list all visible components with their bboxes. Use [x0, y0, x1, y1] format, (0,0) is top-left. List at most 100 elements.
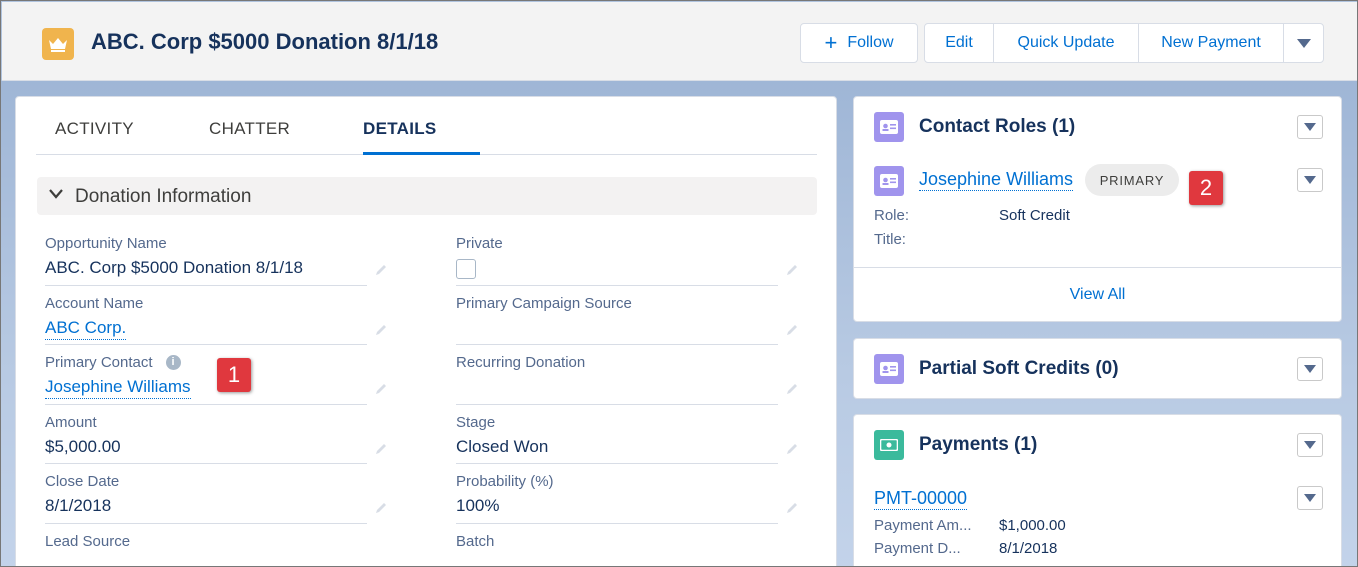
field-value: 100%	[456, 496, 500, 515]
edit-pencil-icon[interactable]	[374, 323, 388, 337]
field-label: Probability (%)	[456, 472, 554, 490]
payment-row-menu-button[interactable]	[1297, 486, 1323, 510]
field-label: Private	[456, 234, 503, 252]
payments-card: Payments (1) PMT-00000 Payment Am... $1,…	[853, 414, 1342, 566]
edit-pencil-icon[interactable]	[785, 263, 799, 277]
more-actions-button[interactable]	[1284, 24, 1323, 62]
crown-icon	[42, 28, 74, 60]
field-divider	[456, 523, 778, 524]
field-label: Primary Campaign Source	[456, 294, 632, 312]
edit-pencil-icon[interactable]	[785, 382, 799, 396]
edit-pencil-icon[interactable]	[785, 442, 799, 456]
field-value: $5,000.00	[45, 437, 121, 456]
contact-row-menu-button[interactable]	[1297, 168, 1323, 192]
field-probability: Probability (%) 100%	[456, 471, 778, 520]
field-label: Batch	[456, 532, 495, 550]
payment-date-label: Payment D...	[874, 540, 961, 557]
tab-bar: ACTIVITY CHATTER DETAILS	[36, 97, 817, 155]
field-account-name: Account Name ABC Corp.	[45, 293, 367, 340]
active-tab-indicator	[363, 152, 480, 155]
field-close-date: Close Date 8/1/2018	[45, 471, 367, 520]
edit-pencil-icon[interactable]	[374, 263, 388, 277]
field-divider	[456, 344, 778, 345]
edit-pencil-icon[interactable]	[785, 323, 799, 337]
contact-roles-title[interactable]: Contact Roles (1)	[919, 116, 1075, 138]
role-label: Role:	[874, 207, 910, 224]
card-divider	[854, 267, 1341, 268]
payments-title[interactable]: Payments (1)	[919, 434, 1037, 456]
app-frame: ABC. Corp $5000 Donation 8/1/18 + Follow…	[0, 0, 1358, 567]
chevron-down-icon	[49, 189, 63, 199]
callout-badge-2: 2	[1189, 171, 1223, 205]
partial-soft-credits-menu-button[interactable]	[1297, 357, 1323, 381]
follow-button[interactable]: + Follow	[800, 23, 918, 63]
new-payment-button[interactable]: New Payment	[1139, 24, 1284, 62]
view-all-link[interactable]: View All	[854, 286, 1341, 304]
field-divider	[456, 463, 778, 464]
chevron-down-icon	[1304, 494, 1316, 502]
field-batch: Batch	[456, 531, 778, 551]
chevron-down-icon	[1304, 123, 1316, 131]
chevron-down-icon	[1304, 365, 1316, 373]
chevron-down-icon	[1296, 38, 1311, 48]
quick-update-button[interactable]: Quick Update	[994, 24, 1139, 62]
edit-button[interactable]: Edit	[925, 24, 994, 62]
field-primary-contact: Primary Contact i Josephine Williams	[45, 352, 367, 399]
field-recurring-donation: Recurring Donation	[456, 352, 778, 401]
private-checkbox[interactable]	[456, 259, 476, 279]
contact-roles-menu-button[interactable]	[1297, 115, 1323, 139]
field-divider	[45, 404, 367, 405]
edit-pencil-icon[interactable]	[374, 382, 388, 396]
field-label: Lead Source	[45, 532, 131, 550]
callout-badge-1: 1	[217, 358, 251, 392]
field-label-row: Primary Contact i	[45, 352, 367, 372]
payments-menu-button[interactable]	[1297, 433, 1323, 457]
field-primary-campaign-source: Primary Campaign Source	[456, 293, 778, 342]
payment-amount-value: $1,000.00	[999, 517, 1066, 534]
field-divider	[45, 285, 367, 286]
field-label: Recurring Donation	[456, 353, 586, 371]
field-divider	[45, 344, 367, 345]
field-label: Account Name	[45, 294, 144, 312]
action-button-group: Edit Quick Update New Payment	[924, 23, 1324, 63]
tab-details[interactable]: DETAILS	[363, 119, 437, 139]
edit-pencil-icon[interactable]	[374, 501, 388, 515]
section-header-donation-information[interactable]: Donation Information	[37, 177, 817, 215]
field-label: Amount	[45, 413, 97, 431]
field-opportunity-name: Opportunity Name ABC. Corp $5000 Donatio…	[45, 233, 367, 282]
tab-chatter[interactable]: CHATTER	[209, 119, 290, 139]
contact-icon	[874, 166, 904, 196]
field-value: 8/1/2018	[45, 496, 112, 515]
follow-label: Follow	[847, 34, 894, 51]
edit-pencil-icon[interactable]	[785, 501, 799, 515]
contact-roles-card: Contact Roles (1) Josephine Williams PRI…	[853, 96, 1342, 322]
partial-soft-credits-title[interactable]: Partial Soft Credits (0)	[919, 358, 1119, 380]
contact-card-icon	[874, 354, 904, 384]
field-label: Primary Contact	[45, 353, 153, 371]
field-divider	[456, 285, 778, 286]
field-divider	[456, 404, 778, 405]
role-value: Soft Credit	[999, 207, 1070, 224]
payment-id-link[interactable]: PMT-00000	[874, 488, 968, 510]
field-value: Closed Won	[456, 437, 549, 456]
field-label: Stage	[456, 413, 496, 431]
payment-amount-label: Payment Am...	[874, 517, 972, 534]
account-name-link[interactable]: ABC Corp.	[45, 318, 127, 340]
tab-activity[interactable]: ACTIVITY	[55, 119, 134, 139]
partial-soft-credits-card: Partial Soft Credits (0)	[853, 338, 1342, 399]
chevron-down-icon	[1304, 176, 1316, 184]
field-label: Close Date	[45, 472, 120, 490]
field-divider	[45, 463, 367, 464]
field-lead-source: Lead Source	[45, 531, 367, 551]
section-title: Donation Information	[75, 186, 252, 207]
title-label: Title:	[874, 231, 906, 248]
details-card: ACTIVITY CHATTER DETAILS Donation Inform…	[15, 96, 837, 566]
field-stage: Stage Closed Won	[456, 412, 778, 461]
plus-icon: +	[824, 30, 838, 55]
primary-contact-link[interactable]: Josephine Williams	[45, 377, 191, 399]
payment-date-value: 8/1/2018	[999, 540, 1058, 557]
info-icon[interactable]: i	[165, 354, 181, 370]
field-divider	[45, 523, 367, 524]
contact-role-name-link[interactable]: Josephine Williams	[919, 169, 1074, 191]
edit-pencil-icon[interactable]	[374, 442, 388, 456]
